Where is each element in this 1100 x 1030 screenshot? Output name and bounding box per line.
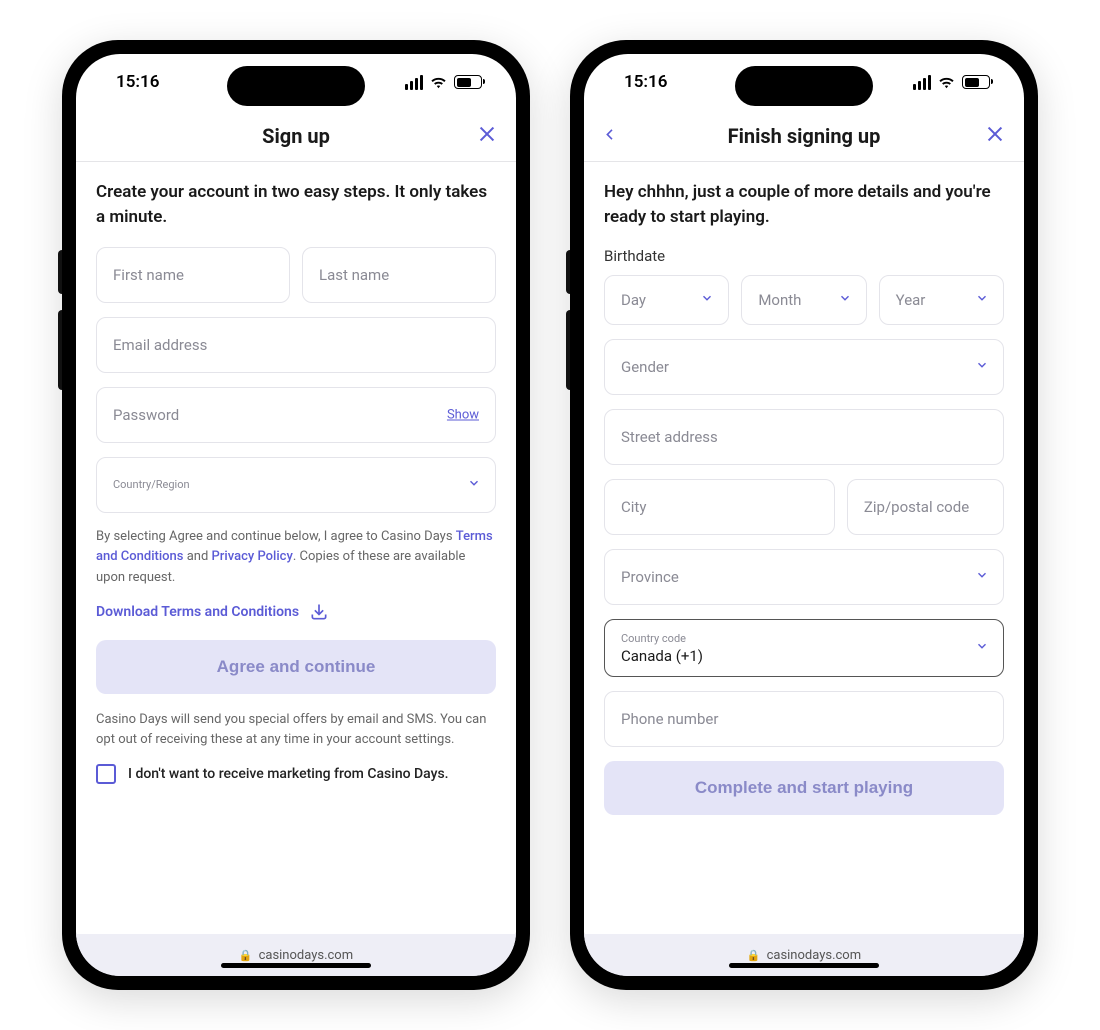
battery-icon [454, 75, 482, 89]
marketing-optout-row: I don't want to receive marketing from C… [96, 764, 496, 784]
country-code-label: Country code [621, 632, 686, 645]
home-indicator[interactable] [221, 963, 371, 968]
show-password-link[interactable]: Show [447, 408, 479, 423]
chevron-down-icon [838, 291, 852, 309]
back-button[interactable] [602, 123, 618, 148]
home-indicator[interactable] [729, 963, 879, 968]
cellular-icon [913, 75, 931, 90]
status-icons [913, 75, 990, 90]
gender-placeholder: Gender [621, 358, 669, 376]
dynamic-island [227, 66, 365, 106]
country-select[interactable]: Country/Region [96, 457, 496, 513]
chevron-down-icon [467, 476, 481, 494]
page-title: Sign up [262, 124, 330, 148]
browser-bar: 🔒 casinodays.com [76, 934, 516, 976]
email-placeholder: Email address [113, 336, 207, 354]
nav-bar: Sign up [76, 110, 516, 162]
day-placeholder: Day [621, 291, 646, 309]
city-placeholder: City [621, 498, 646, 516]
battery-icon [962, 75, 990, 89]
browser-bar: 🔒 casinodays.com [584, 934, 1024, 976]
chevron-down-icon [700, 291, 714, 309]
privacy-link[interactable]: Privacy Policy [212, 549, 293, 564]
status-icons [405, 75, 482, 90]
browser-domain: casinodays.com [259, 948, 354, 963]
first-name-field[interactable]: First name [96, 247, 290, 303]
first-name-placeholder: First name [113, 266, 184, 284]
province-placeholder: Province [621, 568, 679, 586]
city-field[interactable]: City [604, 479, 835, 535]
day-select[interactable]: Day [604, 275, 729, 325]
marketing-optout-label: I don't want to receive marketing from C… [128, 766, 449, 782]
download-icon [309, 602, 329, 622]
form-content: Hey chhhn, just a couple of more details… [584, 162, 1024, 934]
nav-bar: Finish signing up [584, 110, 1024, 162]
close-button[interactable] [984, 123, 1006, 149]
screen-1: 15:16 Sign up Create your account in two… [76, 54, 516, 976]
phone-placeholder: Phone number [621, 710, 718, 728]
status-time: 15:16 [624, 72, 667, 92]
close-icon [984, 123, 1006, 145]
gender-select[interactable]: Gender [604, 339, 1004, 395]
chevron-down-icon [975, 358, 989, 376]
close-button[interactable] [476, 123, 498, 149]
chevron-left-icon [602, 126, 618, 142]
province-select[interactable]: Province [604, 549, 1004, 605]
legal-text: By selecting Agree and continue below, I… [96, 527, 496, 587]
last-name-placeholder: Last name [319, 266, 389, 284]
intro-text: Create your account in two easy steps. I… [96, 180, 496, 229]
phone-frame-1: 15:16 Sign up Create your account in two… [62, 40, 530, 990]
country-label: Country/Region [113, 478, 190, 491]
marketing-optout-checkbox[interactable] [96, 764, 116, 784]
page-title: Finish signing up [728, 124, 881, 148]
download-terms-label: Download Terms and Conditions [96, 604, 299, 620]
month-placeholder: Month [758, 291, 801, 309]
last-name-field[interactable]: Last name [302, 247, 496, 303]
month-select[interactable]: Month [741, 275, 866, 325]
complete-button[interactable]: Complete and start playing [604, 761, 1004, 815]
zip-placeholder: Zip/postal code [864, 498, 969, 516]
close-icon [476, 123, 498, 145]
country-code-select[interactable]: Country code Canada (+1) [604, 619, 1004, 677]
country-code-value: Canada (+1) [621, 647, 703, 665]
form-content: Create your account in two easy steps. I… [76, 162, 516, 934]
year-placeholder: Year [896, 291, 926, 309]
birthdate-label: Birthdate [604, 247, 1004, 265]
dynamic-island [735, 66, 873, 106]
phone-field[interactable]: Phone number [604, 691, 1004, 747]
password-field[interactable]: Password Show [96, 387, 496, 443]
phone-frame-2: 15:16 Finish signing up Hey chhhn, just … [570, 40, 1038, 990]
wifi-icon [937, 75, 956, 89]
wifi-icon [429, 75, 448, 89]
chevron-down-icon [975, 639, 989, 657]
chevron-down-icon [975, 568, 989, 586]
street-field[interactable]: Street address [604, 409, 1004, 465]
download-terms-link[interactable]: Download Terms and Conditions [96, 602, 496, 622]
password-placeholder: Password [113, 406, 179, 424]
agree-continue-button[interactable]: Agree and continue [96, 640, 496, 694]
intro-text: Hey chhhn, just a couple of more details… [604, 180, 1004, 229]
lock-icon: 🔒 [239, 949, 253, 962]
screen-2: 15:16 Finish signing up Hey chhhn, just … [584, 54, 1024, 976]
browser-domain: casinodays.com [767, 948, 862, 963]
email-field[interactable]: Email address [96, 317, 496, 373]
street-placeholder: Street address [621, 428, 718, 446]
chevron-down-icon [975, 291, 989, 309]
marketing-opt-text: Casino Days will send you special offers… [96, 710, 496, 750]
status-time: 15:16 [116, 72, 159, 92]
cellular-icon [405, 75, 423, 90]
year-select[interactable]: Year [879, 275, 1004, 325]
zip-field[interactable]: Zip/postal code [847, 479, 1004, 535]
lock-icon: 🔒 [747, 949, 761, 962]
